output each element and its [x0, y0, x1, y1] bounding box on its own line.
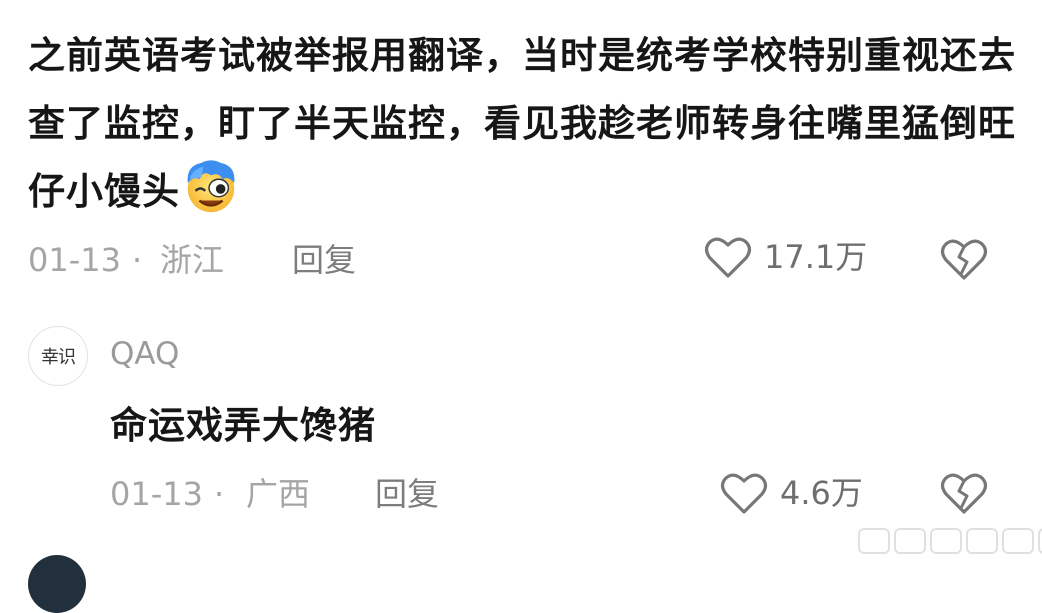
broken-heart-icon[interactable]	[940, 470, 988, 516]
reply-location: 广西	[246, 475, 311, 513]
reply-username[interactable]: QAQ	[110, 336, 179, 372]
heart-outline-icon	[704, 237, 752, 278]
comment-like-button[interactable]: 17.1万	[704, 234, 867, 280]
reply-like-button[interactable]: 4.6万	[720, 470, 863, 516]
laughing-face-emoji-icon	[187, 160, 235, 213]
comment-text-content: 之前英语考试被举报用翻译，当时是统考学校特别重视还去查了监控，盯了半天监控，看见…	[28, 34, 1016, 213]
watermark	[858, 528, 1042, 554]
avatar[interactable]: 幸识	[28, 326, 88, 386]
comment-like-count: 17.1万	[764, 238, 868, 276]
comment-date: 01-13	[28, 241, 121, 279]
comment-text: 之前英语考试被举报用翻译，当时是统考学校特别重视还去查了监控，盯了半天监控，看见…	[28, 22, 1018, 226]
reply-separator: ·	[214, 475, 225, 513]
heart-outline-icon	[720, 473, 768, 514]
comment-separator: ·	[132, 241, 143, 279]
broken-heart-icon[interactable]	[940, 236, 988, 282]
reply-date: 01-13	[110, 475, 203, 513]
reply-text: 命运戏弄大馋猪	[110, 404, 376, 447]
comment-reply-button[interactable]: 回复	[292, 240, 356, 280]
reply-like-count: 4.6万	[780, 474, 863, 512]
next-comment-avatar[interactable]	[28, 555, 86, 613]
reply-reply-button[interactable]: 回复	[375, 474, 439, 514]
comment-location: 浙江	[160, 241, 225, 279]
